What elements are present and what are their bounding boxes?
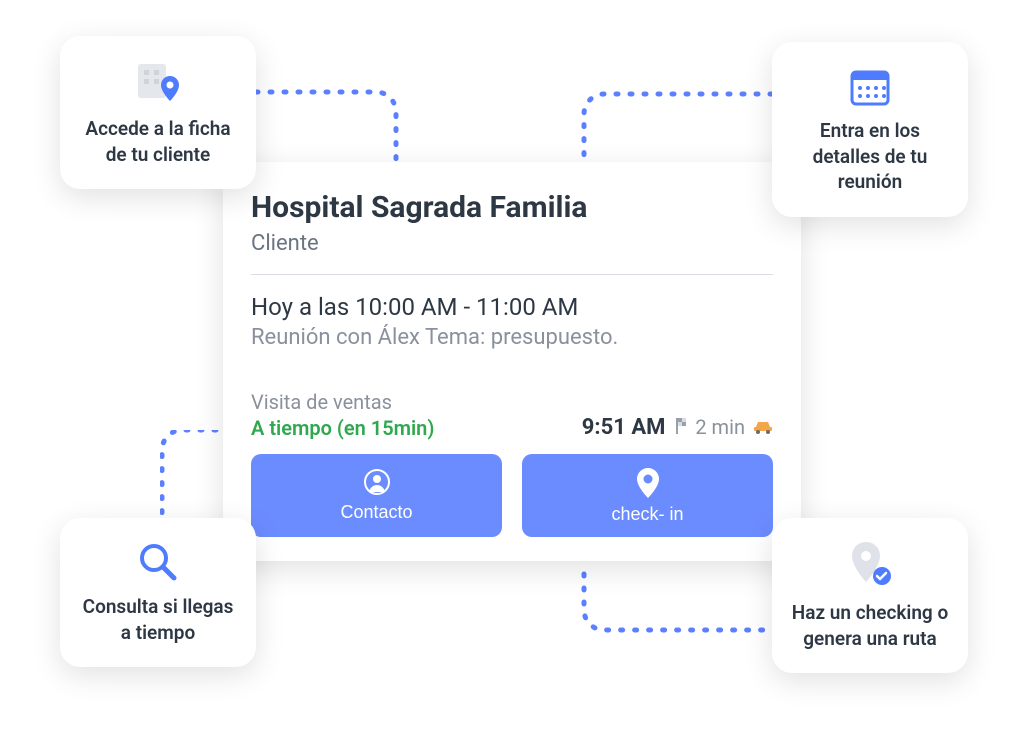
connector-tl bbox=[256, 88, 416, 168]
meeting-time: Hoy a las 10:00 AM - 11:00 AM bbox=[251, 293, 773, 321]
search-icon bbox=[78, 540, 238, 584]
contact-button[interactable]: Contacto bbox=[251, 454, 502, 537]
client-type: Cliente bbox=[251, 231, 773, 256]
annotation-text: Entra en los detalles de tu reunión bbox=[790, 118, 950, 195]
building-pin-icon bbox=[78, 58, 238, 106]
annotation-text: Haz un checking o genera una ruta bbox=[790, 600, 950, 651]
annotation-access-client: Accede a la ficha de tu cliente bbox=[60, 36, 256, 189]
contact-label: Contacto bbox=[340, 502, 412, 523]
pin-icon bbox=[636, 468, 660, 498]
on-time-status: A tiempo (en 15min) bbox=[251, 416, 434, 440]
checkered-flag-icon bbox=[673, 415, 691, 440]
status-row: Visita de ventas A tiempo (en 15min) 9:5… bbox=[251, 390, 773, 440]
checkin-button[interactable]: check- in bbox=[522, 454, 773, 537]
car-icon bbox=[753, 415, 773, 439]
travel-time: 2 min bbox=[695, 415, 745, 439]
annotation-text: Accede a la ficha de tu cliente bbox=[78, 116, 238, 167]
travel-time-row: 2 min bbox=[695, 415, 773, 439]
current-time-row: 9:51 AM bbox=[582, 415, 692, 440]
current-time: 9:51 AM bbox=[582, 415, 666, 440]
annotation-meeting-details: Entra en los detalles de tu reunión bbox=[772, 42, 968, 217]
annotation-text: Consulta si llegas a tiempo bbox=[78, 594, 238, 645]
divider bbox=[251, 274, 773, 275]
annotation-on-time: Consulta si llegas a tiempo bbox=[60, 518, 256, 667]
connector-tr bbox=[554, 88, 774, 168]
client-name[interactable]: Hospital Sagrada Familia bbox=[251, 190, 773, 225]
visit-type: Visita de ventas bbox=[251, 390, 434, 414]
meeting-note: Reunión con Álex Tema: presupuesto. bbox=[251, 325, 773, 350]
person-icon bbox=[363, 468, 391, 496]
calendar-icon bbox=[790, 64, 950, 108]
action-buttons: Contacto check- in bbox=[251, 454, 773, 537]
annotation-checkin-route: Haz un checking o genera una ruta bbox=[772, 518, 968, 673]
pin-check-icon bbox=[790, 540, 950, 590]
visit-card: Hospital Sagrada Familia Cliente Hoy a l… bbox=[223, 162, 801, 561]
checkin-label: check- in bbox=[611, 504, 683, 525]
